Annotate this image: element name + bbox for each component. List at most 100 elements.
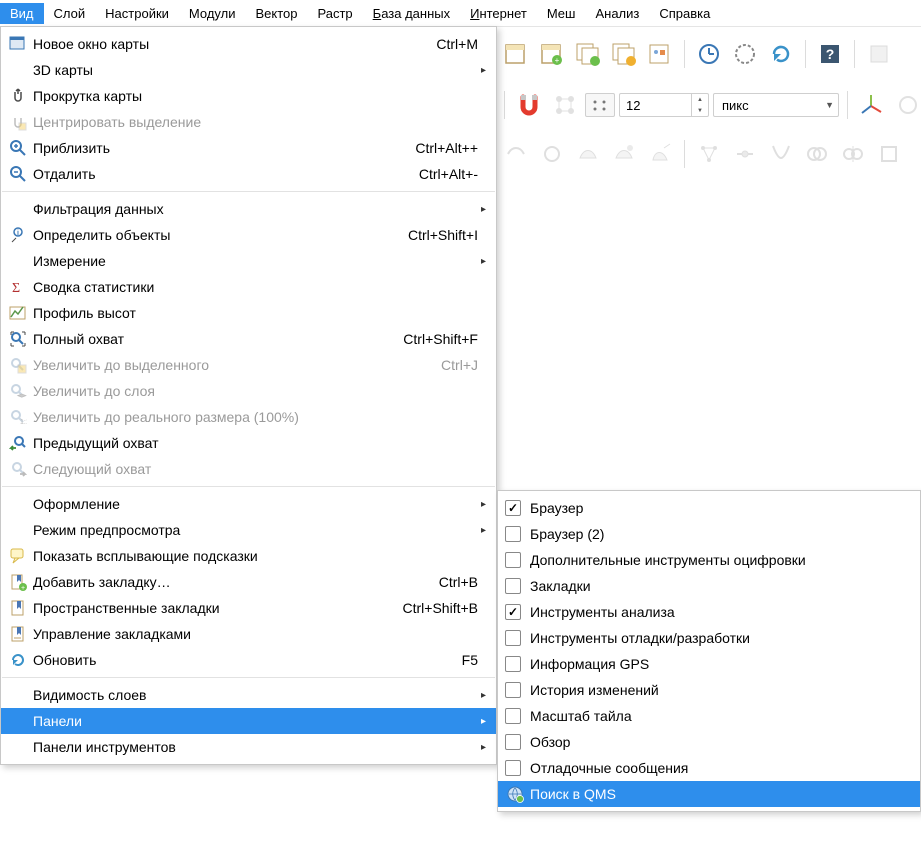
menu-item[interactable]: ОтдалитьCtrl+Alt+- [1,161,496,187]
menu-item-shortcut: Ctrl+Shift+I [408,227,488,243]
menu-item: Увеличить до слоя [1,378,496,404]
style-manager-icon[interactable] [644,38,676,70]
panel-toggle-item[interactable]: Отладочные сообщения [498,755,920,781]
digitize-tool-1-icon[interactable] [500,138,532,170]
panel-toggle-item[interactable]: Информация GPS [498,651,920,677]
menu-item[interactable]: Полный охватCtrl+Shift+F [1,326,496,352]
new-report-icon[interactable]: + [536,38,568,70]
panel-toggle-item[interactable]: Поиск в QMS [498,781,920,807]
layout-manager-icon[interactable] [572,38,604,70]
refresh-toolbar-icon[interactable] [765,38,797,70]
svg-text:i: i [17,230,19,237]
node-tool-icon[interactable] [729,138,761,170]
vertex-tool-icon[interactable] [693,138,725,170]
snapping-icon[interactable] [513,89,545,121]
menu-view[interactable]: Вид [0,3,44,24]
menu-item[interactable]: Показать всплывающие подсказки [1,543,496,569]
panel-toggle-item[interactable]: Обзор [498,729,920,755]
panel-toggle-item[interactable]: История изменений [498,677,920,703]
menu-item[interactable]: iОпределить объектыCtrl+Shift+I [1,222,496,248]
panel-toggle-item[interactable]: Инструменты отладки/разработки [498,625,920,651]
panel-toggle-item[interactable]: Браузер [498,495,920,521]
panel-toggle-item[interactable]: Браузер (2) [498,521,920,547]
menu-item[interactable]: ПриблизитьCtrl+Alt++ [1,135,496,161]
split-features-icon[interactable] [837,138,869,170]
menu-vector[interactable]: Вектор [245,3,307,24]
topology-editing-icon[interactable] [549,89,581,121]
menu-item-shortcut: Ctrl+J [441,357,488,373]
menu-plugins[interactable]: Модули [179,3,246,24]
menu-item[interactable]: Панели инструментов▸ [1,734,496,760]
menu-item[interactable]: ОбновитьF5 [1,647,496,673]
temporal-settings-icon[interactable] [729,38,761,70]
spinner-up-icon[interactable]: ▲ [692,94,708,105]
menu-item[interactable]: Предыдущий охват [1,430,496,456]
menu-item[interactable]: Фильтрация данных▸ [1,196,496,222]
blank-icon [7,684,29,706]
menu-item[interactable]: Режим предпросмотра▸ [1,517,496,543]
new-layout-icon[interactable] [500,38,532,70]
menu-item[interactable]: Управление закладками [1,621,496,647]
menu-layer[interactable]: Слой [44,3,96,24]
digitize-tool-5-icon[interactable] [644,138,676,170]
blank-icon [7,493,29,515]
menu-raster[interactable]: Растр [308,3,363,24]
menu-item[interactable]: Видимость слоев▸ [1,682,496,708]
menu-item-shortcut: Ctrl+Shift+B [403,600,488,616]
digitize-tool-3-icon[interactable] [572,138,604,170]
checkbox-icon [504,627,526,649]
menu-item[interactable]: Профиль высот [1,300,496,326]
snap-units-combo[interactable]: пикс ▼ [713,93,839,117]
snap-tolerance-spinner[interactable]: 12 ▲▼ [619,93,709,117]
snap-tolerance-value[interactable]: 12 [620,98,691,113]
menu-item-label: Режим предпросмотра [33,522,469,538]
help-icon[interactable]: ? [814,38,846,70]
menu-database[interactable]: База данных [363,3,460,24]
menu-item[interactable]: Прокрутка карты [1,83,496,109]
menu-web[interactable]: Интернет [460,3,537,24]
checkbox-icon [504,575,526,597]
panel-toggle-item[interactable]: Дополнительные инструменты оцифровки [498,547,920,573]
blank-icon [7,710,29,732]
panel-toggle-item[interactable]: Масштаб тайла [498,703,920,729]
menu-item-label: Приблизить [33,140,391,156]
menu-item[interactable]: Оформление▸ [1,491,496,517]
merge-features-icon[interactable] [801,138,833,170]
spinner-down-icon[interactable]: ▼ [692,105,708,116]
panel-item-label: Обзор [530,734,912,750]
layout-duplicate-icon[interactable] [608,38,640,70]
menu-mesh[interactable]: Меш [537,3,586,24]
temporal-controller-icon[interactable] [693,38,725,70]
panel-toggle-item[interactable]: Инструменты анализа [498,599,920,625]
zoom-next-icon [7,458,29,480]
menu-item[interactable]: +Добавить закладку…Ctrl+B [1,569,496,595]
panel-toggle-item[interactable]: Закладки [498,573,920,599]
show-bookmarks-icon [7,597,29,619]
menubar: Вид Слой Настройки Модули Вектор Растр Б… [0,0,921,27]
menu-item[interactable]: Новое окно картыCtrl+M [1,31,496,57]
snap-options-icon[interactable] [585,93,615,117]
menu-help[interactable]: Справка [649,3,720,24]
chevron-down-icon: ▼ [825,100,834,110]
panel-item-label: Информация GPS [530,656,912,672]
menu-item[interactable]: 3D карты▸ [1,57,496,83]
digitize-tool-4-icon[interactable] [608,138,640,170]
menu-item[interactable]: Панели▸ [1,708,496,734]
maptips-icon [7,545,29,567]
bookmark-manager-icon [7,623,29,645]
blank-icon [7,519,29,541]
generic-digitize-icon[interactable] [873,138,905,170]
menu-item[interactable]: ΣСводка статистики [1,274,496,300]
menu-processing[interactable]: Анализ [585,3,649,24]
zoom-last-icon [7,432,29,454]
menu-item[interactable]: Измерение▸ [1,248,496,274]
generic-tool-icon[interactable] [863,38,895,70]
simplify-icon[interactable] [765,138,797,170]
generic-disabled-icon[interactable] [892,89,921,121]
pan-to-selection-icon [7,111,29,133]
menu-item-label: Полный охват [33,331,379,347]
menu-item[interactable]: Пространственные закладкиCtrl+Shift+B [1,595,496,621]
menu-settings[interactable]: Настройки [95,3,179,24]
digitize-tool-2-icon[interactable] [536,138,568,170]
axes3d-icon[interactable] [856,89,888,121]
